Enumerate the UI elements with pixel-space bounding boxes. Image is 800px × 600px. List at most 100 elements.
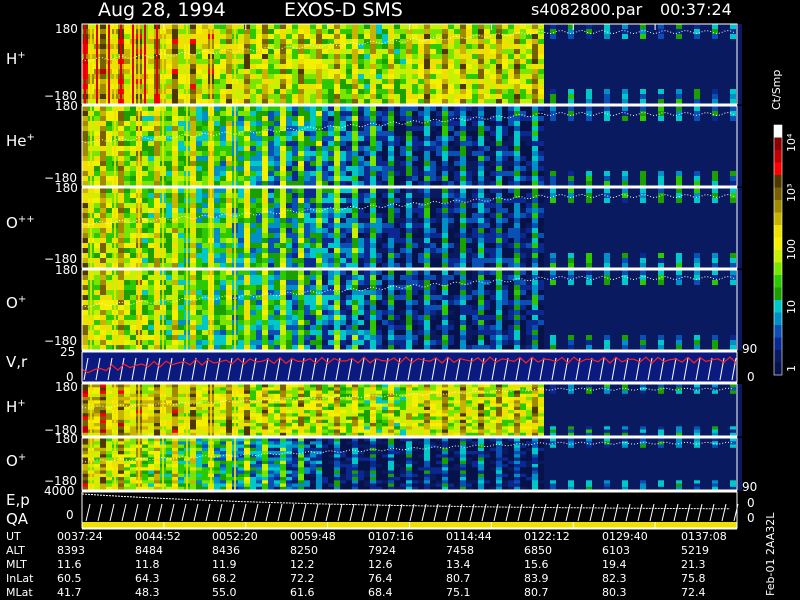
row-value: 60.5 bbox=[57, 572, 82, 585]
right-tick-ep-bottom: 0 bbox=[747, 511, 755, 525]
row-value: 80.7 bbox=[446, 572, 471, 585]
row-value: 68.4 bbox=[368, 586, 393, 599]
row-value: 21.3 bbox=[681, 558, 706, 571]
row-value: 19.4 bbox=[602, 558, 627, 571]
colorbar-swatch bbox=[774, 137, 782, 151]
row-value: 12.6 bbox=[368, 558, 393, 571]
colorbar-tick-1: 1 bbox=[785, 365, 798, 372]
row-value: 12.2 bbox=[290, 558, 315, 571]
row-value: 0052:20 bbox=[212, 530, 258, 543]
panel-h-plus-2 bbox=[81, 384, 742, 437]
panel-label-o-plus: O+ bbox=[6, 294, 27, 312]
row-label: ALT bbox=[6, 544, 25, 557]
panel-label-h-plus: H+ bbox=[6, 50, 26, 68]
colorbar-swatch bbox=[774, 337, 782, 351]
colorbar-tick-1e4: 10⁴ bbox=[785, 133, 798, 152]
colorbar-swatch bbox=[774, 162, 782, 176]
row-value: 15.6 bbox=[524, 558, 549, 571]
tick-ep-bottom: 0 bbox=[66, 508, 74, 522]
tick-op-top: 180 bbox=[55, 263, 78, 277]
colorbar-swatch bbox=[774, 287, 782, 301]
row-value: 41.7 bbox=[57, 586, 82, 599]
colorbar-swatch bbox=[774, 250, 782, 263]
colorbar-swatch bbox=[774, 362, 782, 376]
row-value: 0129:40 bbox=[602, 530, 648, 543]
colorbar-swatch bbox=[774, 350, 782, 363]
right-tick-ep-mid: 0 bbox=[747, 496, 755, 510]
row-value: 64.3 bbox=[135, 572, 160, 585]
row-value: 11.9 bbox=[212, 558, 237, 571]
row-value: 11.6 bbox=[57, 558, 82, 571]
right-tick-ep-top: 90 bbox=[742, 480, 758, 494]
panel-label-vr: V,r bbox=[6, 353, 28, 371]
right-tick-vr-bottom: 0 bbox=[747, 370, 755, 384]
row-label: InLat bbox=[6, 572, 34, 585]
panel-label-h-plus-2: H+ bbox=[6, 398, 26, 416]
spectrogram-area bbox=[81, 23, 742, 530]
panel-h-plus bbox=[81, 24, 742, 105]
row-value: 55.0 bbox=[212, 586, 237, 599]
row-value: 76.4 bbox=[368, 572, 393, 585]
row-value: 7458 bbox=[446, 544, 474, 557]
row-value: 0044:52 bbox=[135, 530, 181, 543]
row-value: 48.3 bbox=[135, 586, 160, 599]
colorbar-swatch bbox=[774, 212, 782, 226]
colorbar-swatch bbox=[774, 200, 782, 213]
row-value: 68.2 bbox=[212, 572, 237, 585]
row-value: 8393 bbox=[57, 544, 85, 557]
row-label: UT bbox=[6, 530, 21, 543]
row-value: 11.8 bbox=[135, 558, 160, 571]
tick-he-top: 180 bbox=[55, 99, 78, 113]
colorbar-swatch bbox=[774, 175, 782, 188]
panel-label-he-plus: He+ bbox=[6, 132, 35, 150]
row-value: 8484 bbox=[135, 544, 163, 557]
panel-he-plus bbox=[81, 106, 742, 187]
row-value: 5219 bbox=[681, 544, 709, 557]
row-value: 72.4 bbox=[681, 586, 706, 599]
row-value: 6103 bbox=[602, 544, 630, 557]
colorbar-swatch bbox=[774, 275, 782, 288]
colorbar-tick-100: 100 bbox=[785, 239, 798, 260]
row-value: 75.8 bbox=[681, 572, 706, 585]
colorbar-swatch bbox=[774, 262, 782, 276]
colorbar-swatch bbox=[774, 187, 782, 201]
row-value: 0037:24 bbox=[57, 530, 103, 543]
row-value: 61.6 bbox=[290, 586, 315, 599]
row-value: 0122:12 bbox=[524, 530, 570, 543]
row-value: 75.1 bbox=[446, 586, 471, 599]
colorbar-swatch bbox=[774, 150, 782, 163]
tick-h2-top: 180 bbox=[55, 380, 78, 394]
colorbar-tick-1e3: 10³ bbox=[785, 183, 798, 202]
row-value: 0107:16 bbox=[368, 530, 414, 543]
panel-o-plus-2 bbox=[81, 438, 742, 491]
row-value: 83.9 bbox=[524, 572, 549, 585]
row-value: 80.7 bbox=[524, 586, 549, 599]
panel-o-plusplus bbox=[81, 188, 742, 269]
panel-label-o-plus-2: O+ bbox=[6, 452, 27, 470]
tick-ep-top: 4000 bbox=[44, 484, 75, 498]
colorbar-swatch bbox=[774, 325, 782, 338]
tick-opp-top: 180 bbox=[55, 181, 78, 195]
panel-vr bbox=[81, 352, 737, 382]
row-value: 0137:08 bbox=[681, 530, 727, 543]
row-value: 13.4 bbox=[446, 558, 471, 571]
panel-o-plus bbox=[81, 270, 742, 351]
colorbar-swatch bbox=[774, 125, 782, 138]
side-text: Feb-01 2AA32L bbox=[764, 512, 777, 596]
row-value: 82.3 bbox=[602, 572, 627, 585]
colorbar-title: Ct/Smp bbox=[770, 69, 783, 110]
row-value: 8436 bbox=[212, 544, 240, 557]
row-label: MLT bbox=[6, 558, 27, 571]
row-value: 8250 bbox=[290, 544, 318, 557]
colorbar-tick-10: 10 bbox=[785, 300, 798, 314]
panel-label-o-plusplus: O++ bbox=[6, 214, 35, 232]
row-value: 6850 bbox=[524, 544, 552, 557]
tick-vr-top: 25 bbox=[60, 345, 76, 359]
row-value: 80.3 bbox=[602, 586, 627, 599]
row-value: 7924 bbox=[368, 544, 396, 557]
colorbar-swatch bbox=[774, 300, 782, 313]
row-value: 0059:48 bbox=[290, 530, 336, 543]
colorbar-swatch bbox=[774, 312, 782, 326]
tick-h-top: 180 bbox=[55, 22, 78, 36]
panel-label-qa: QA bbox=[6, 510, 29, 528]
